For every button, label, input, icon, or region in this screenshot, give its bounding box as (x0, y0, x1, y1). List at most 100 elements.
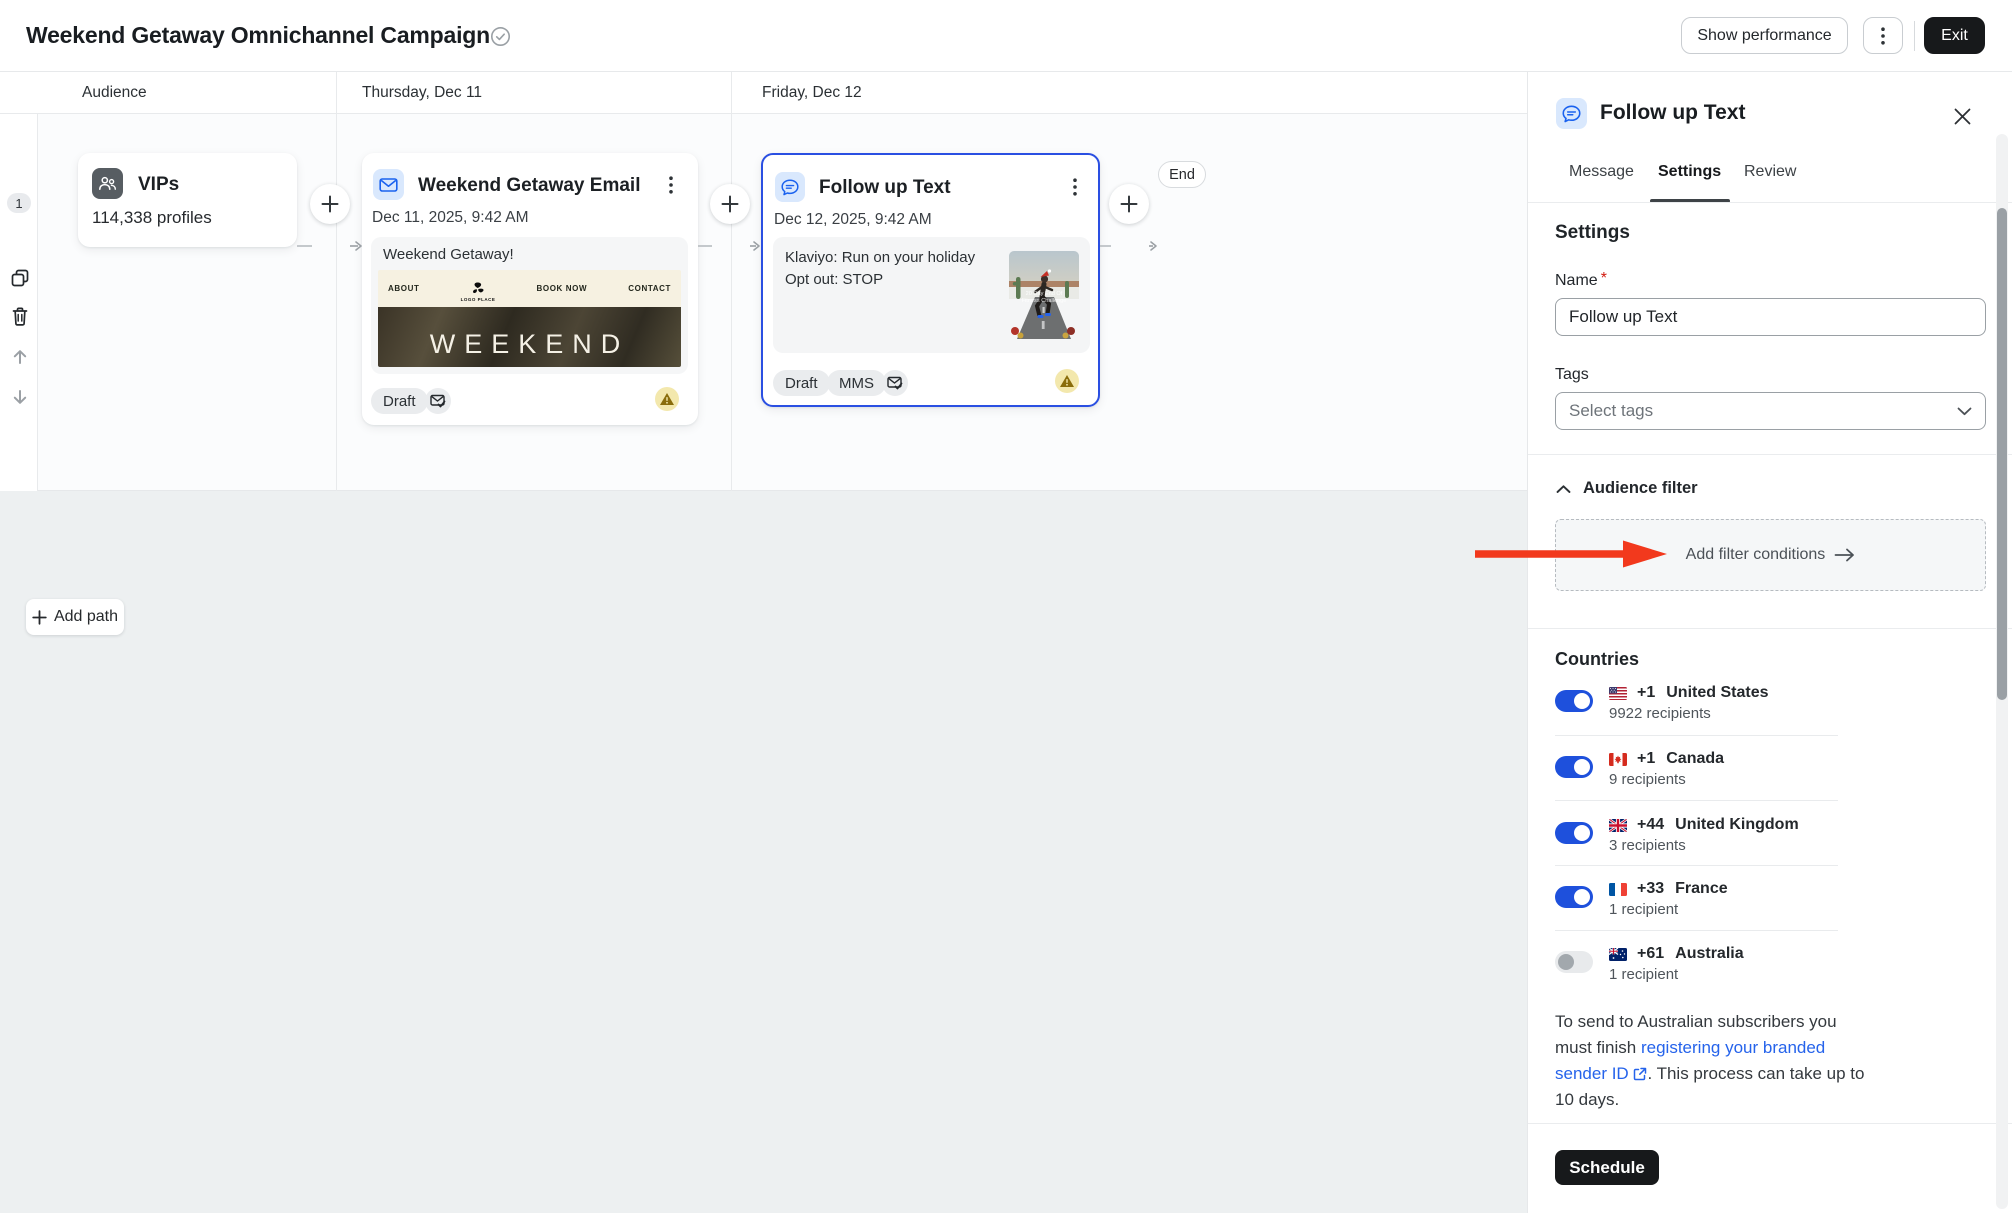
countries-heading: Countries (1555, 649, 1639, 670)
audience-profile-count: 114,338 profiles (92, 208, 212, 228)
message-settings-panel: Follow up Text Message Settings Review S… (1527, 72, 2012, 1213)
recipient-count: 1 recipient (1609, 966, 1678, 983)
add-step-button[interactable] (310, 184, 350, 224)
email-hero-image: WEEKEND (378, 307, 681, 367)
campaign-canvas: Audience Thursday, Dec 11 Friday, Dec 12… (0, 72, 1527, 1213)
us-flag-icon (1609, 687, 1627, 700)
add-path-button[interactable]: Add path (26, 599, 124, 635)
add-step-button[interactable] (710, 184, 750, 224)
add-filter-conditions-button[interactable]: Add filter conditions (1555, 519, 1986, 591)
email-send-datetime: Dec 11, 2025, 9:42 AM (372, 209, 529, 227)
sms-preview: Klaviyo: Run on your holiday Opt out: ST… (773, 237, 1090, 353)
copy-icon (10, 268, 30, 288)
sms-delivery-icon (882, 370, 908, 396)
email-message-card[interactable]: Weekend Getaway Email Dec 11, 2025, 9:42… (362, 153, 698, 425)
australia-sender-note: To send to Australian subscribers you mu… (1555, 1009, 1875, 1113)
plus-icon (32, 610, 47, 625)
exit-button[interactable]: Exit (1924, 17, 1985, 54)
kebab-icon (1881, 27, 1885, 45)
svg-text:20 Day End Of: 20 Day End Of (1026, 291, 1063, 297)
tab-review[interactable]: Review (1744, 163, 1796, 181)
add-step-button[interactable] (1109, 184, 1149, 224)
audience-card-vips[interactable]: VIPs 114,338 profiles (78, 153, 297, 247)
sms-send-datetime: Dec 12, 2025, 9:42 AM (774, 211, 932, 229)
footer-divider (1528, 1123, 2012, 1124)
email-subject: Weekend Getaway! (383, 246, 514, 263)
name-label: Name* (1555, 272, 1607, 290)
email-delivery-icon (425, 388, 451, 414)
move-path-up-button[interactable] (9, 346, 30, 367)
arrow-right-icon (1834, 548, 1855, 562)
logo-glyph-icon (469, 282, 486, 296)
show-performance-button[interactable]: Show performance (1681, 17, 1848, 54)
chat-bubble-icon (775, 172, 805, 202)
close-icon (1954, 108, 1971, 125)
more-options-button[interactable] (1863, 17, 1903, 54)
page-title: Weekend Getaway Omnichannel Campaign (26, 22, 490, 49)
row-divider (1555, 800, 1838, 801)
section-divider (1528, 628, 2012, 629)
uk-flag-icon (1609, 819, 1627, 832)
tab-message[interactable]: Message (1569, 163, 1634, 181)
tab-settings[interactable]: Settings (1658, 163, 1721, 181)
country-toggle[interactable] (1555, 690, 1593, 712)
chat-bubble-icon (1556, 98, 1587, 129)
column-header-thursday: Thursday, Dec 11 (362, 84, 482, 102)
email-nav-book-now: BOOK NOW (537, 284, 588, 293)
sms-message-card[interactable]: Follow up Text Dec 12, 2025, 9:42 AM Kla… (761, 153, 1100, 407)
email-nav-about: ABOUT (388, 284, 419, 293)
status-badge: Draft (371, 388, 428, 414)
row-divider (1555, 865, 1838, 866)
email-preview: Weekend Getaway! ABOUT LOGO PLACE BOOK N… (371, 237, 688, 374)
campaign-builder-app: Weekend Getaway Omnichannel Campaign Sho… (0, 0, 2012, 1213)
arrow-down-icon (11, 388, 29, 406)
chevron-up-icon (1556, 484, 1571, 494)
country-toggle[interactable] (1555, 822, 1593, 844)
audience-filter-toggle[interactable]: Audience filter (1556, 479, 1698, 498)
sms-card-title: Follow up Text (819, 177, 951, 199)
duplicate-path-button[interactable] (9, 267, 30, 288)
section-divider (1528, 454, 2012, 455)
recipient-count: 3 recipients (1609, 837, 1686, 854)
path-index-badge: 1 (7, 193, 31, 213)
warning-icon (655, 387, 679, 411)
delete-path-button[interactable] (9, 306, 30, 327)
svg-text:Fitness Challenge: Fitness Challenge (1022, 298, 1067, 304)
canada-flag-icon (1609, 753, 1627, 766)
column-header-band: Audience Thursday, Dec 11 Friday, Dec 12 (0, 72, 1527, 114)
france-flag-icon (1609, 883, 1627, 896)
schedule-button[interactable]: Schedule (1555, 1150, 1659, 1185)
plus-icon (321, 195, 339, 213)
australia-flag-icon (1609, 948, 1627, 961)
country-row-canada: +1 Canada 9 recipients (1555, 746, 1986, 806)
tags-select[interactable]: Select tags (1555, 392, 1986, 430)
country-toggle[interactable] (1555, 886, 1593, 908)
email-nav-contact: CONTACT (628, 284, 671, 293)
column-header-audience: Audience (82, 84, 147, 102)
chevron-down-icon (1957, 407, 1972, 416)
sms-card-menu-button[interactable] (1066, 175, 1084, 199)
plus-icon (721, 195, 739, 213)
trash-icon (10, 306, 30, 327)
email-card-menu-button[interactable] (662, 173, 680, 197)
country-toggle[interactable] (1555, 951, 1593, 973)
audience-people-icon (92, 168, 123, 199)
path-toolbar: 1 (0, 114, 38, 491)
row-divider (1555, 930, 1838, 931)
audience-filter-label: Audience filter (1583, 479, 1698, 498)
column-divider (731, 72, 732, 491)
panel-scrollbar-thumb[interactable] (1997, 208, 2007, 700)
name-input[interactable] (1555, 298, 1986, 336)
close-panel-button[interactable] (1950, 104, 1974, 128)
recipient-count: 9 recipients (1609, 771, 1686, 788)
plus-icon (1120, 195, 1138, 213)
move-path-down-button[interactable] (9, 386, 30, 407)
panel-title: Follow up Text (1600, 101, 1745, 125)
channel-badge: MMS (827, 370, 886, 396)
country-toggle[interactable] (1555, 756, 1593, 778)
kebab-icon (669, 176, 673, 194)
arrow-up-icon (11, 348, 29, 366)
email-body-preview: ABOUT LOGO PLACE BOOK NOW CONTACT WEEKEN… (378, 270, 681, 367)
email-icon (373, 169, 404, 200)
end-node: End (1158, 161, 1206, 188)
